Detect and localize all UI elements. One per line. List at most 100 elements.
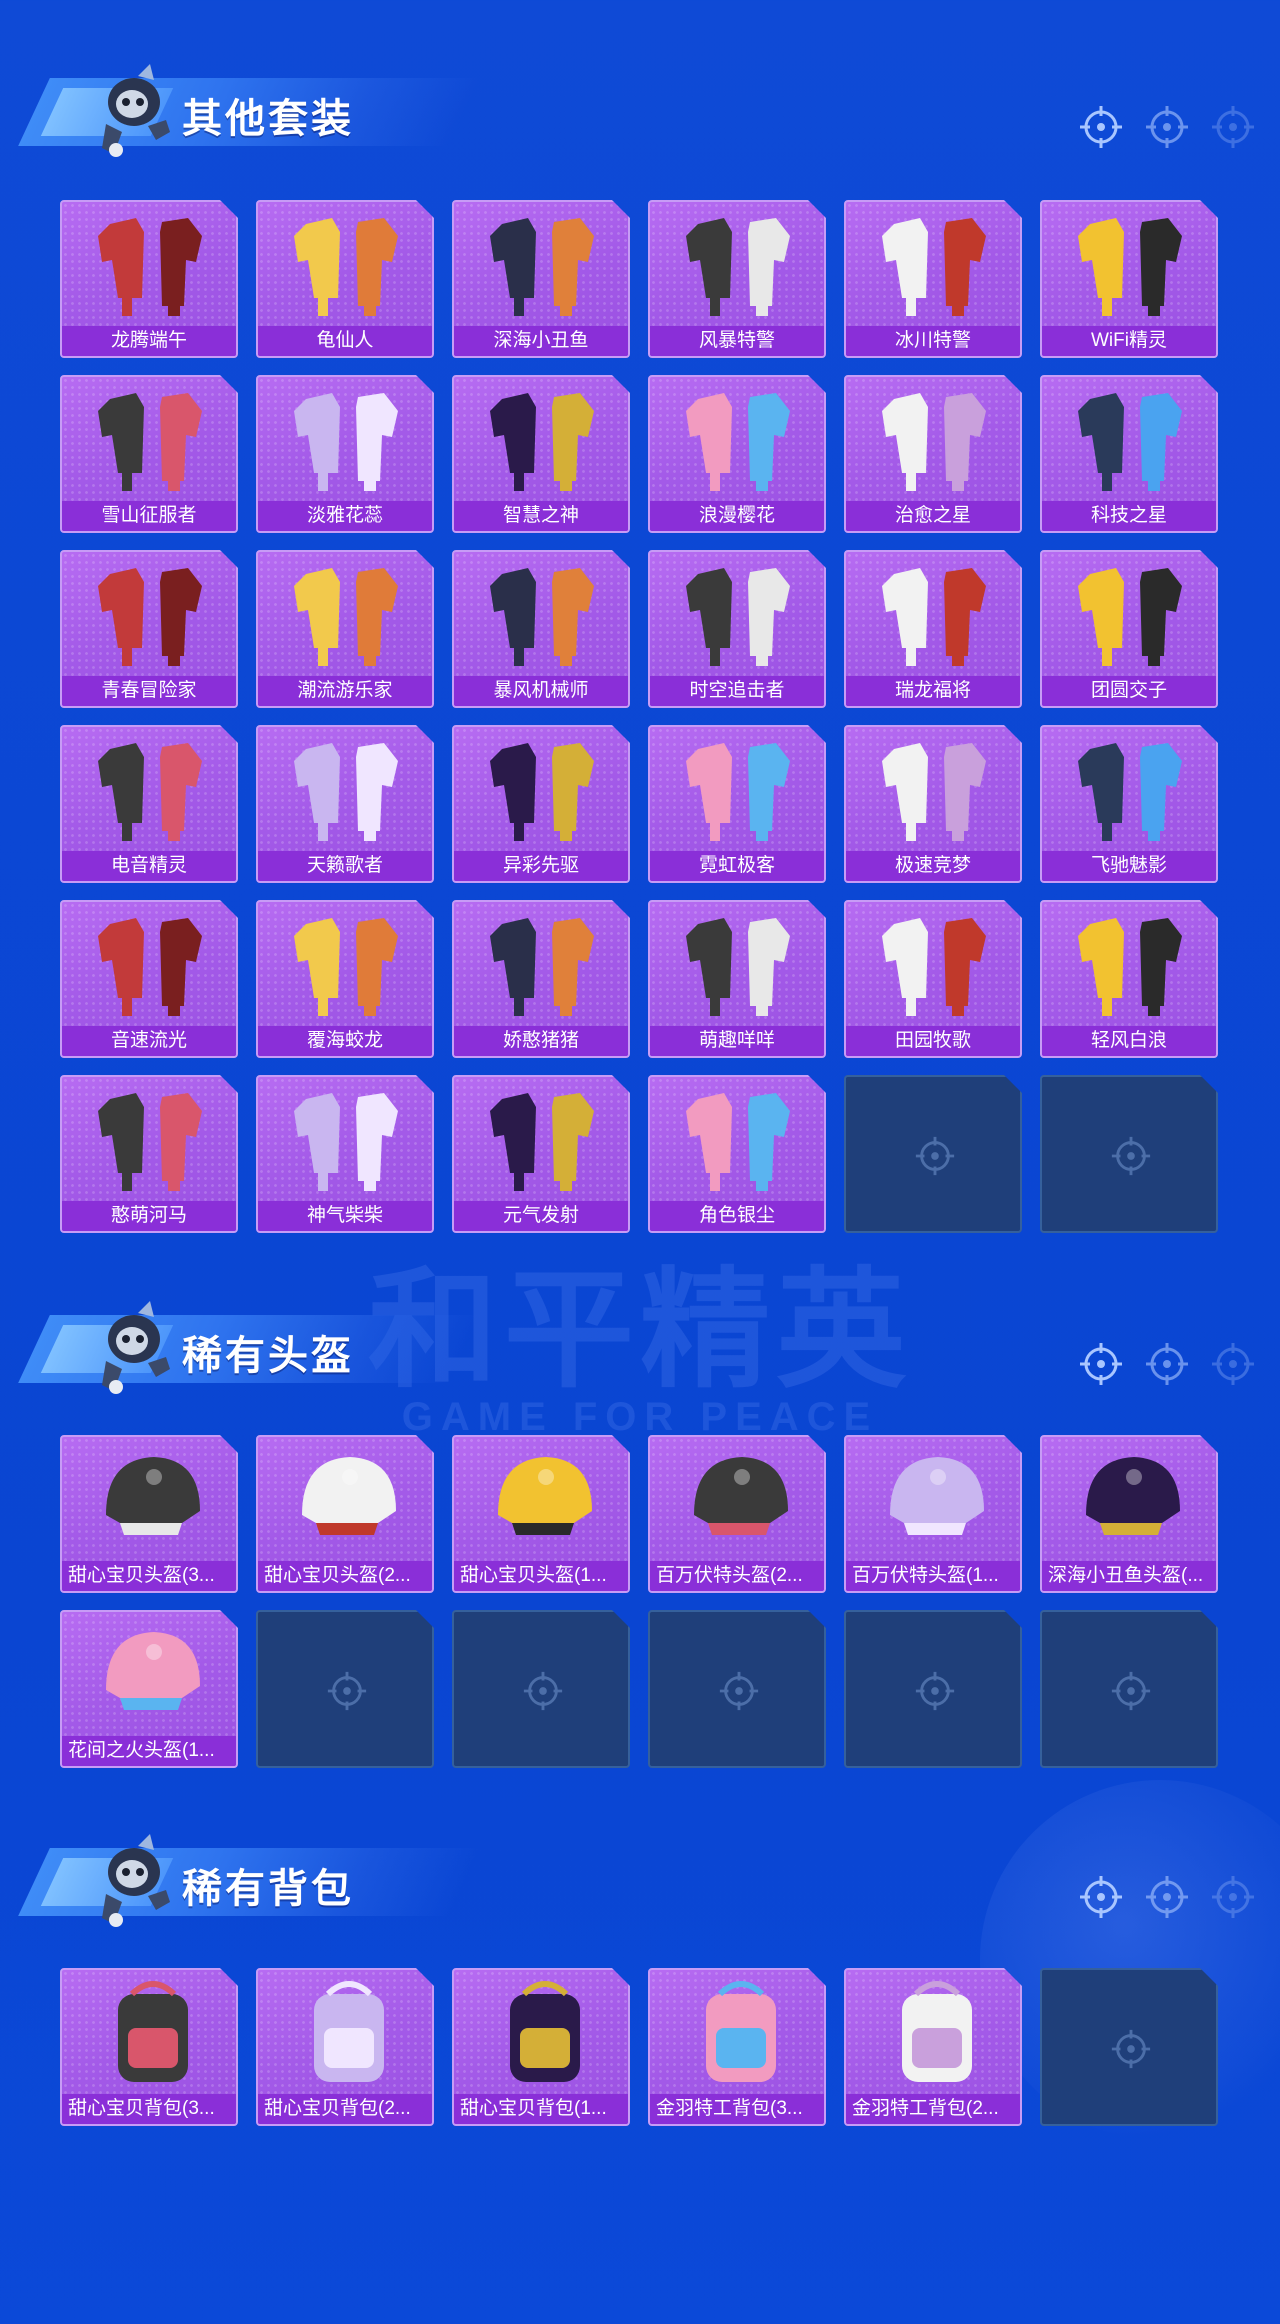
backpack-image <box>902 1981 972 2082</box>
outfit-card[interactable]: 浪漫樱花 <box>648 375 826 533</box>
outfit-card[interactable]: 田园牧歌 <box>844 900 1022 1058</box>
crosshair-icon <box>1111 1671 1151 1711</box>
outfit-name: 覆海蛟龙 <box>258 1026 432 1056</box>
backpack-card[interactable]: 金羽特工背包(2... <box>844 1968 1022 2126</box>
crosshair-icon <box>1212 106 1254 148</box>
backpack-card[interactable]: 甜心宝贝背包(2... <box>256 1968 434 2126</box>
helmet-name: 花间之火头盔(1... <box>62 1736 236 1766</box>
outfit-image <box>882 393 986 491</box>
outfit-card[interactable]: 智慧之神 <box>452 375 630 533</box>
empty-slot <box>1040 1075 1218 1233</box>
outfit-name: 田园牧歌 <box>846 1026 1020 1056</box>
empty-slot <box>844 1075 1022 1233</box>
outfit-image <box>98 218 202 316</box>
outfit-name: 暴风机械师 <box>454 676 628 706</box>
outfit-card[interactable]: 极速竞梦 <box>844 725 1022 883</box>
mascot-icon <box>102 1834 170 1927</box>
outfit-card[interactable]: 龟仙人 <box>256 200 434 358</box>
outfit-image <box>882 743 986 841</box>
backpack-card[interactable]: 金羽特工背包(3... <box>648 1968 826 2126</box>
reticle-decoration <box>1078 1341 1256 1387</box>
section-rare-helmets: 稀有头盔 甜心宝贝头盔(3... 甜心宝贝头盔(2... 甜心宝贝头盔(1...… <box>0 1277 1280 1768</box>
outfit-image <box>294 568 398 666</box>
outfit-card[interactable]: 冰川特警 <box>844 200 1022 358</box>
outfit-image <box>294 918 398 1016</box>
outfit-name: 时空追击者 <box>650 676 824 706</box>
backpack-image <box>118 1981 188 2082</box>
helmet-card[interactable]: 花间之火头盔(1... <box>60 1610 238 1768</box>
helmet-card[interactable]: 甜心宝贝头盔(1... <box>452 1435 630 1593</box>
outfit-card[interactable]: 时空追击者 <box>648 550 826 708</box>
outfit-card[interactable]: 青春冒险家 <box>60 550 238 708</box>
outfit-card[interactable]: 憨萌河马 <box>60 1075 238 1233</box>
outfit-card[interactable]: 团圆交子 <box>1040 550 1218 708</box>
outfit-image <box>686 918 790 1016</box>
crosshair-icon <box>327 1671 367 1711</box>
reticle-decoration <box>1078 1874 1256 1920</box>
outfit-image <box>98 918 202 1016</box>
helmet-card[interactable]: 深海小丑鱼头盔(... <box>1040 1435 1218 1593</box>
section-rare-backpacks: 稀有背包 甜心宝贝背包(3... 甜心宝贝背包(2... 甜心宝贝背包(1...… <box>0 1810 1280 2126</box>
outfit-name: 治愈之星 <box>846 501 1020 531</box>
outfit-card[interactable]: 暴风机械师 <box>452 550 630 708</box>
outfit-name: 青春冒险家 <box>62 676 236 706</box>
backpack-image <box>706 1981 776 2082</box>
outfit-card[interactable]: 治愈之星 <box>844 375 1022 533</box>
outfit-card[interactable]: 角色银尘 <box>648 1075 826 1233</box>
backpack-card[interactable]: 甜心宝贝背包(3... <box>60 1968 238 2126</box>
outfit-card[interactable]: 覆海蛟龙 <box>256 900 434 1058</box>
outfit-name: 电音精灵 <box>62 851 236 881</box>
outfit-card[interactable]: 飞驰魅影 <box>1040 725 1218 883</box>
backpack-grid: 甜心宝贝背包(3... 甜心宝贝背包(2... 甜心宝贝背包(1... 金羽特工… <box>60 1968 1218 2126</box>
outfit-card[interactable]: 霓虹极客 <box>648 725 826 883</box>
outfit-image <box>686 568 790 666</box>
backpack-name: 甜心宝贝背包(1... <box>454 2094 628 2124</box>
outfit-card[interactable]: 淡雅花蕊 <box>256 375 434 533</box>
section-title: 稀有背包 <box>182 1867 354 1911</box>
outfit-card[interactable]: 潮流游乐家 <box>256 550 434 708</box>
helmet-card[interactable]: 甜心宝贝头盔(2... <box>256 1435 434 1593</box>
section-title: 稀有头盔 <box>182 1334 354 1378</box>
outfit-card[interactable]: 娇憨猪猪 <box>452 900 630 1058</box>
outfit-name: 冰川特警 <box>846 326 1020 356</box>
outfit-card[interactable]: 萌趣咩咩 <box>648 900 826 1058</box>
crosshair-icon <box>1146 1343 1188 1385</box>
helmet-name: 深海小丑鱼头盔(... <box>1042 1561 1216 1591</box>
helmet-name: 甜心宝贝头盔(2... <box>258 1561 432 1591</box>
outfit-name: 龟仙人 <box>258 326 432 356</box>
backpack-image <box>314 1981 384 2082</box>
outfit-image <box>490 218 594 316</box>
outfit-image <box>1078 218 1182 316</box>
outfit-card[interactable]: 深海小丑鱼 <box>452 200 630 358</box>
outfit-card[interactable]: 天籁歌者 <box>256 725 434 883</box>
helmet-image <box>498 1457 592 1535</box>
outfit-card[interactable]: 科技之星 <box>1040 375 1218 533</box>
helmet-card[interactable]: 百万伏特头盔(1... <box>844 1435 1022 1593</box>
outfit-card[interactable]: 雪山征服者 <box>60 375 238 533</box>
outfit-name: 憨萌河马 <box>62 1201 236 1231</box>
outfit-card[interactable]: 轻风白浪 <box>1040 900 1218 1058</box>
outfit-card[interactable]: 瑞龙福将 <box>844 550 1022 708</box>
outfit-image <box>686 743 790 841</box>
outfit-card[interactable]: 龙腾端午 <box>60 200 238 358</box>
outfit-card[interactable]: WiFi精灵 <box>1040 200 1218 358</box>
section-header: 稀有背包 <box>0 1810 1280 1930</box>
outfit-name: 浪漫樱花 <box>650 501 824 531</box>
outfit-card[interactable]: 音速流光 <box>60 900 238 1058</box>
helmet-card[interactable]: 甜心宝贝头盔(3... <box>60 1435 238 1593</box>
outfit-card[interactable]: 异彩先驱 <box>452 725 630 883</box>
outfit-name: 音速流光 <box>62 1026 236 1056</box>
helmet-card[interactable]: 百万伏特头盔(2... <box>648 1435 826 1593</box>
crosshair-icon <box>1080 1876 1122 1918</box>
backpack-name: 甜心宝贝背包(3... <box>62 2094 236 2124</box>
outfit-card[interactable]: 神气柴柴 <box>256 1075 434 1233</box>
helmet-image <box>302 1457 396 1535</box>
outfit-card[interactable]: 电音精灵 <box>60 725 238 883</box>
outfit-name: WiFi精灵 <box>1042 326 1216 356</box>
outfit-name: 风暴特警 <box>650 326 824 356</box>
backpack-card[interactable]: 甜心宝贝背包(1... <box>452 1968 630 2126</box>
crosshair-icon <box>1146 1876 1188 1918</box>
outfit-card[interactable]: 风暴特警 <box>648 200 826 358</box>
outfit-card[interactable]: 元气发射 <box>452 1075 630 1233</box>
helmet-image <box>694 1457 788 1535</box>
